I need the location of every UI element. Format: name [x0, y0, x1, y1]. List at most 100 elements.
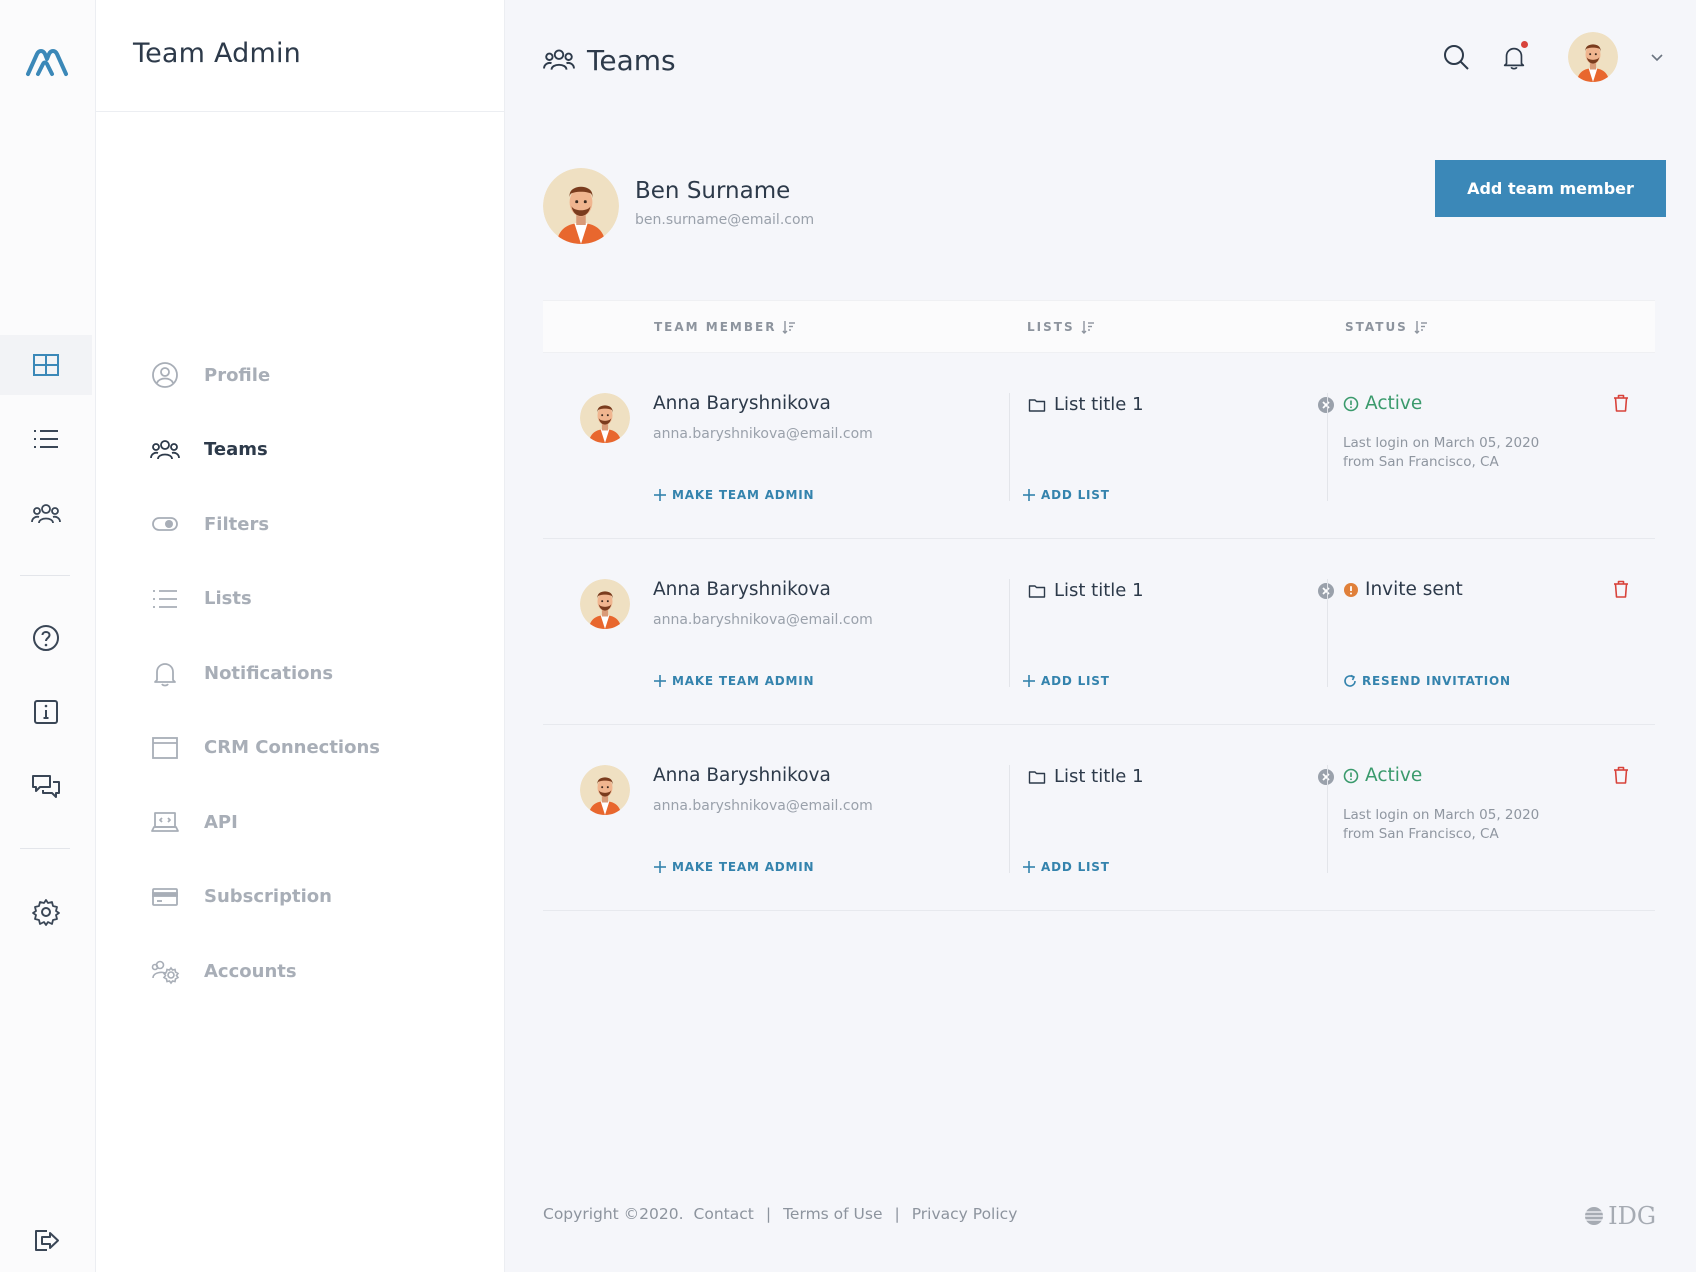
sidebar-item-lists[interactable]: Lists	[150, 562, 380, 637]
team-icon	[543, 49, 575, 70]
sidebar-header: Team Admin	[96, 0, 504, 112]
icon-rail	[0, 0, 96, 1272]
column-header-team-member[interactable]: TEAM MEMBER	[654, 320, 796, 334]
column-header-lists[interactable]: LISTS	[1027, 320, 1095, 334]
rail-settings[interactable]	[0, 882, 92, 942]
chat-icon	[32, 775, 60, 798]
user-circle-icon	[152, 362, 178, 389]
rail-info[interactable]	[0, 682, 92, 742]
plus-icon	[654, 675, 666, 687]
sidebar-item-filters[interactable]: Filters	[150, 487, 380, 562]
add-team-member-button[interactable]: Add team member	[1435, 160, 1666, 217]
avatar	[580, 393, 630, 443]
rail-help[interactable]	[0, 608, 92, 668]
toggle-icon	[152, 517, 178, 532]
table-row: Anna Baryshnikova anna.baryshnikova@emai…	[543, 353, 1655, 539]
delete-icon[interactable]	[1612, 765, 1630, 785]
list-chip[interactable]: List title 1	[1028, 580, 1144, 601]
sort-icon	[1414, 321, 1427, 334]
footer: Copyright ©2020. Contact | Terms of Use …	[543, 1205, 1017, 1223]
list-title: List title 1	[1054, 580, 1144, 601]
add-list-link[interactable]: ADD LIST	[1022, 488, 1110, 502]
add-list-link[interactable]: ADD LIST	[1022, 674, 1110, 688]
avatar	[580, 765, 630, 815]
list-chip[interactable]: List title 1	[1028, 766, 1144, 787]
delete-icon[interactable]	[1612, 579, 1630, 599]
sidebar-item-notifications[interactable]: Notifications	[150, 636, 380, 711]
rail-lists[interactable]	[0, 409, 92, 469]
rail-chat[interactable]	[0, 757, 92, 817]
table-header: TEAM MEMBER LISTS STATUS	[543, 300, 1655, 353]
column-header-status[interactable]: STATUS	[1345, 320, 1428, 334]
status-label: Invite sent	[1365, 579, 1463, 600]
link-label: ADD LIST	[1041, 674, 1110, 688]
make-team-admin-link[interactable]: MAKE TEAM ADMIN	[653, 488, 814, 502]
idg-logo: IDG	[1583, 1202, 1656, 1230]
status-active-icon	[1343, 768, 1359, 783]
sidebar-item-label: API	[204, 811, 238, 833]
member-email: anna.baryshnikova@email.com	[653, 612, 873, 628]
sidebar-item-accounts[interactable]: Accounts	[150, 934, 380, 1009]
page-title: Teams	[587, 43, 676, 77]
search-button[interactable]	[1436, 37, 1476, 77]
last-login-location: from San Francisco, CA	[1343, 826, 1499, 842]
app-logo[interactable]	[24, 44, 70, 78]
remove-list-icon[interactable]	[1317, 582, 1335, 600]
globe-icon	[1585, 1207, 1604, 1225]
last-login-location: from San Francisco, CA	[1343, 454, 1499, 470]
last-login-date: Last login on March 05, 2020	[1343, 807, 1540, 823]
logout-icon	[35, 1230, 59, 1251]
member-name: Anna Baryshnikova	[653, 393, 831, 414]
divider	[1009, 393, 1010, 501]
search-icon	[1444, 45, 1469, 70]
laptop-code-icon	[151, 812, 179, 833]
avatar-image	[543, 168, 619, 244]
sort-icon	[782, 321, 796, 334]
sidebar-item-crm-connections[interactable]: CRM Connections	[150, 711, 380, 786]
accounts-gear-icon	[151, 960, 180, 985]
remove-list-icon[interactable]	[1317, 768, 1335, 786]
make-team-admin-link[interactable]: MAKE TEAM ADMIN	[653, 860, 814, 874]
team-icon	[150, 439, 180, 459]
user-avatar[interactable]	[1568, 32, 1618, 82]
rail-dashboard[interactable]	[0, 335, 92, 395]
add-list-link[interactable]: ADD LIST	[1022, 860, 1110, 874]
sidebar-item-profile[interactable]: Profile	[150, 338, 380, 413]
sidebar-nav: Profile Teams Filters Lists Notification…	[150, 338, 380, 1009]
settings-sidebar: Team Admin Profile Teams Filters Lists N…	[96, 0, 505, 1272]
account-menu-toggle[interactable]	[1648, 48, 1666, 66]
sidebar-item-subscription[interactable]: Subscription	[150, 860, 380, 935]
plus-icon	[654, 489, 666, 501]
privacy-link[interactable]: Privacy Policy	[912, 1205, 1018, 1223]
sidebar-item-teams[interactable]: Teams	[150, 413, 380, 488]
terms-link[interactable]: Terms of Use	[783, 1205, 882, 1223]
folder-icon	[1028, 398, 1046, 412]
list-chip[interactable]: List title 1	[1028, 394, 1144, 415]
sidebar-item-label: Notifications	[204, 662, 334, 684]
team-icon	[31, 504, 61, 524]
member-email: anna.baryshnikova@email.com	[653, 798, 873, 814]
sidebar-item-api[interactable]: API	[150, 785, 380, 860]
divider	[1327, 393, 1328, 501]
sidebar-item-label: Filters	[204, 513, 270, 535]
sort-icon	[1081, 321, 1094, 334]
plus-icon	[654, 861, 666, 873]
rail-teams[interactable]	[0, 484, 92, 544]
avatar-image	[1568, 32, 1618, 82]
resend-invitation-link[interactable]: RESEND INVITATION	[1343, 674, 1511, 688]
make-team-admin-link[interactable]: MAKE TEAM ADMIN	[653, 674, 814, 688]
column-header-label: STATUS	[1345, 320, 1408, 334]
divider	[1009, 765, 1010, 873]
contact-link[interactable]: Contact	[694, 1205, 754, 1223]
notifications-button[interactable]	[1494, 37, 1534, 77]
remove-list-icon[interactable]	[1317, 396, 1335, 414]
column-header-label: LISTS	[1027, 320, 1075, 334]
sidebar-item-label: CRM Connections	[204, 737, 381, 759]
delete-icon[interactable]	[1612, 393, 1630, 413]
member-name: Anna Baryshnikova	[653, 579, 831, 600]
rail-logout[interactable]	[0, 1210, 92, 1270]
avatar-image	[580, 393, 630, 443]
sidebar-item-label: Profile	[204, 364, 271, 386]
last-login: Last login on March 05, 2020 from San Fr…	[1343, 434, 1593, 472]
notification-dot	[1521, 41, 1528, 48]
